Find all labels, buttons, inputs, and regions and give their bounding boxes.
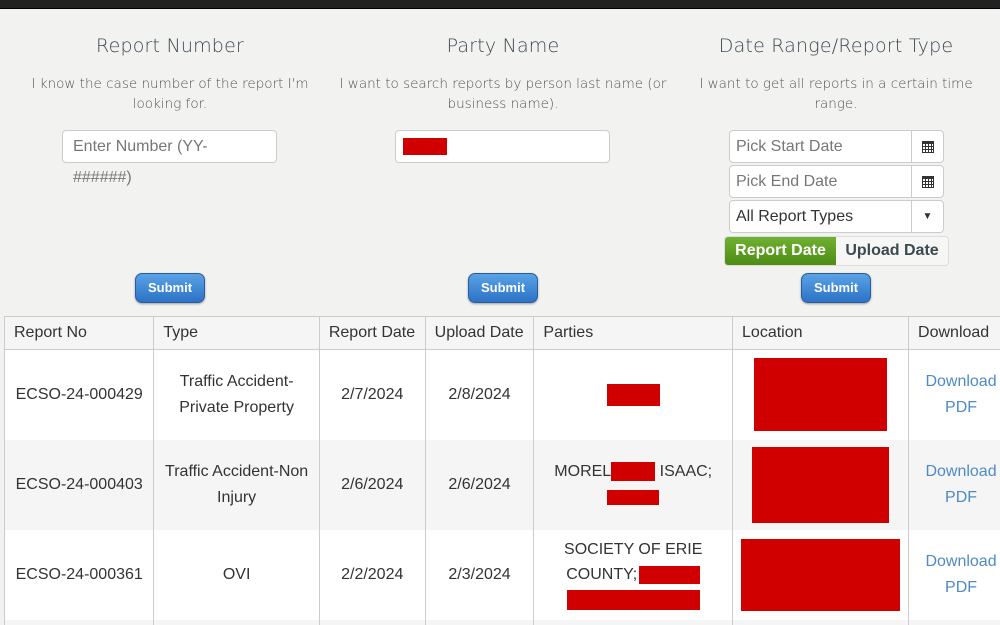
end-date-placeholder: Pick End Date [736, 173, 838, 190]
cell-download: Download PDF [908, 439, 1000, 530]
report-type-select[interactable]: All Report Types ▼ [729, 200, 944, 233]
end-date-picker-button[interactable] [911, 166, 943, 197]
start-date-picker-button[interactable] [911, 131, 943, 162]
cell-upload-date: 2/3/2024 [424, 529, 535, 620]
parties-name-prefix: MOREL [554, 462, 612, 480]
cell-type: Traffic Accident-Private Property [153, 349, 320, 440]
report-number-input[interactable]: Enter Number (YY-######) [62, 130, 277, 186]
cell-parties: SOCIETY OF ERIE COUNTY; [533, 529, 734, 620]
table-row-partial [3, 619, 1000, 625]
party-name-section: Party Name I want to search reports by p… [338, 10, 668, 114]
cell-location [732, 439, 910, 530]
report-number-title: Report Number [96, 35, 244, 57]
parties-line-1: SOCIETY OF ERIE [564, 541, 703, 558]
header-location[interactable]: Location [732, 316, 910, 350]
date-range-description: I want to get all reports in a certain t… [699, 76, 973, 112]
date-type-toggle: Report Date Upload Date [724, 236, 949, 266]
cell-download: Download PDF [908, 529, 1000, 620]
parties-redacted [566, 589, 700, 610]
calendar-icon [921, 175, 934, 188]
party-name-title: Party Name [446, 35, 560, 57]
cell-location [732, 529, 910, 620]
date-range-title: Date Range/Report Type [718, 35, 954, 57]
parties-line-2: COUNTY; [566, 566, 638, 583]
parties-redacted [607, 489, 660, 505]
cell-upload-date: 2/6/2024 [424, 439, 535, 530]
report-type-dropdown-toggle[interactable]: ▼ [911, 201, 943, 232]
cell-type: Traffic Accident-Non Injury [153, 439, 320, 530]
table-row: ECSO-24-000361 OVI 2/2/2024 2/3/2024 SOC… [3, 529, 1000, 620]
download-pdf-link[interactable]: Download PDF [921, 369, 1000, 421]
start-date-placeholder: Pick Start Date [736, 138, 843, 155]
header-report-no[interactable]: Report No [3, 316, 155, 350]
location-redacted [741, 538, 901, 611]
cell-report-date: 2/2/2024 [318, 529, 426, 620]
header-upload-date[interactable]: Upload Date [424, 316, 535, 350]
cell-parties [533, 349, 734, 440]
location-redacted [754, 358, 888, 432]
party-name-submit-button[interactable]: Submit [468, 273, 538, 303]
download-pdf-link[interactable]: Download PDF [921, 549, 1000, 601]
report-number-submit-button[interactable]: Submit [135, 273, 205, 303]
table-row: ECSO-24-000403 Traffic Accident-Non Inju… [3, 439, 1000, 530]
date-range-submit-button[interactable]: Submit [801, 273, 871, 303]
header-report-date[interactable]: Report Date [318, 316, 426, 350]
report-number-section: Report Number I know the case number of … [15, 10, 325, 114]
cell-report-no: ECSO-24-000429 [3, 349, 155, 440]
parties-redacted [639, 565, 701, 584]
party-name-value-redacted [403, 138, 447, 155]
toggle-upload-date[interactable]: Upload Date [836, 237, 948, 265]
toggle-report-date[interactable]: Report Date [725, 237, 836, 265]
reports-table: Report No Type Report Date Upload Date P… [3, 316, 1000, 625]
cell-report-no: ECSO-24-000361 [3, 529, 155, 620]
cell-download: Download PDF [908, 349, 1000, 440]
location-redacted [752, 446, 890, 523]
start-date-input[interactable]: Pick Start Date [729, 130, 944, 163]
parties-redacted [606, 383, 660, 406]
cell-report-date: 2/7/2024 [318, 349, 426, 440]
download-pdf-link[interactable]: Download PDF [921, 459, 1000, 511]
cell-type: OVI [153, 529, 320, 620]
cell-report-no: ECSO-24-000403 [3, 439, 155, 530]
report-type-selected: All Report Types [736, 208, 854, 225]
cell-parties: MOREL ISAAC; [533, 439, 734, 530]
date-range-section: Date Range/Report Type I want to get all… [682, 10, 990, 114]
party-name-input[interactable] [395, 130, 610, 163]
cell-upload-date: 2/8/2024 [424, 349, 535, 440]
cell-report-date: 2/6/2024 [318, 439, 426, 530]
parties-redacted [611, 461, 656, 481]
end-date-input[interactable]: Pick End Date [729, 165, 944, 198]
top-bar [0, 0, 1000, 9]
header-parties[interactable]: Parties [533, 316, 734, 350]
parties-name-suffix: ISAAC; [659, 462, 713, 480]
header-download[interactable]: Download [908, 316, 1000, 350]
header-type[interactable]: Type [153, 316, 320, 350]
calendar-icon [921, 140, 934, 153]
report-number-description: I know the case number of the report I'm… [31, 76, 309, 112]
party-name-description: I want to search reports by person last … [339, 76, 667, 112]
table-row: ECSO-24-000429 Traffic Accident-Private … [3, 349, 1000, 440]
caret-down-icon: ▼ [922, 211, 933, 222]
cell-location [732, 349, 910, 440]
table-header-row: Report No Type Report Date Upload Date P… [3, 316, 1000, 350]
